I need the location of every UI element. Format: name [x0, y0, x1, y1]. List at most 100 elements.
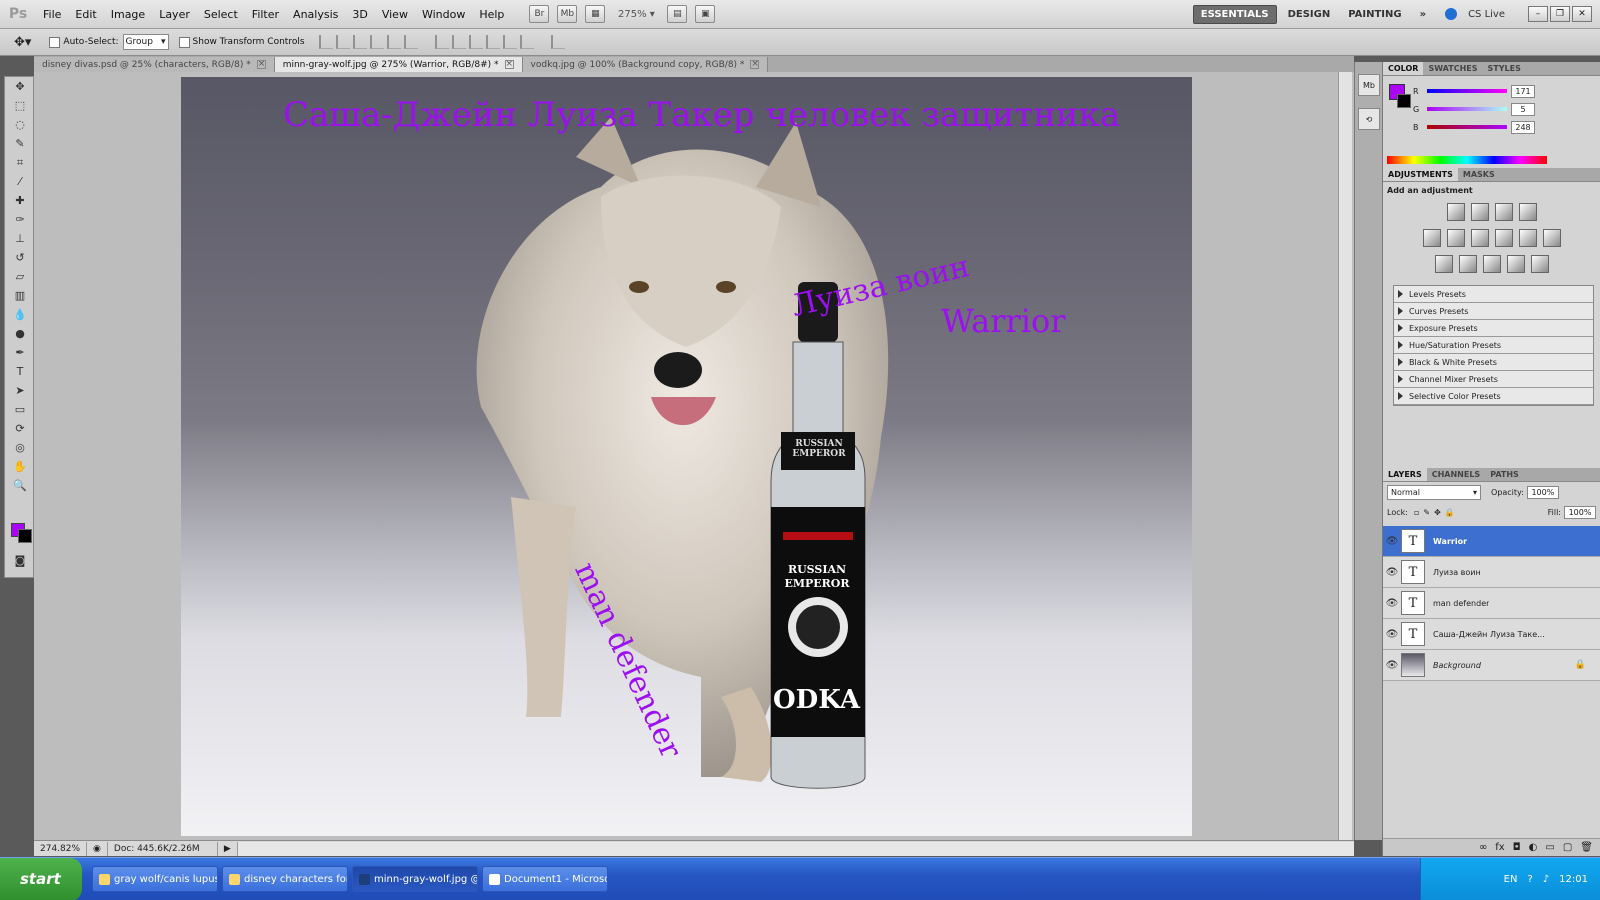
preset-hue-saturation[interactable]: Hue/Saturation Presets — [1394, 337, 1593, 354]
lock-icons[interactable]: ▫✎✥🔒 — [1414, 508, 1459, 517]
eye-icon[interactable]: 👁 — [1383, 536, 1401, 547]
eye-icon[interactable]: 👁 — [1383, 660, 1401, 671]
screen-mode-icon[interactable]: ▣ — [695, 5, 716, 23]
task-photoshop[interactable]: minn-gray-wolf.jpg @... — [352, 866, 478, 892]
b-value[interactable]: 248 — [1511, 120, 1535, 134]
levels-icon[interactable] — [1470, 203, 1489, 221]
distribute-top-icon[interactable] — [434, 35, 449, 49]
layer-title[interactable]: 👁 T Саша-Джейн Луиза Таке... — [1383, 619, 1600, 650]
mini-bridge-icon[interactable]: Mb — [557, 5, 578, 23]
new-layer-icon[interactable]: ▢ — [1563, 842, 1572, 853]
layer-luiza[interactable]: 👁 T Луиза воин — [1383, 557, 1600, 588]
distribute-left-icon[interactable] — [485, 35, 500, 49]
selective-color-icon[interactable] — [1530, 255, 1549, 273]
preset-curves[interactable]: Curves Presets — [1394, 303, 1593, 320]
preset-levels[interactable]: Levels Presets — [1394, 286, 1593, 303]
distribute-bottom-icon[interactable] — [468, 35, 483, 49]
menu-file[interactable]: File — [36, 8, 68, 21]
align-bottom-icon[interactable] — [352, 35, 367, 49]
delete-layer-icon[interactable]: 🗑 — [1580, 842, 1593, 853]
canvas-area[interactable]: RUSSIAN EMPEROR RUSSIAN EMPEROR ODKA Саш… — [34, 72, 1354, 840]
tab-layers[interactable]: LAYERS — [1383, 468, 1427, 481]
workspace-essentials[interactable]: ESSENTIALS — [1192, 4, 1277, 24]
layer-man-defender[interactable]: 👁 Tman defender — [1383, 588, 1600, 619]
3d-rotate-tool-icon[interactable]: ⟳ — [5, 419, 35, 438]
dodge-tool-icon[interactable]: ● — [5, 324, 35, 343]
background-color-swatch[interactable] — [18, 529, 32, 543]
marquee-tool-icon[interactable]: ⬚ — [5, 96, 35, 115]
curves-icon[interactable] — [1494, 203, 1513, 221]
close-button[interactable]: ✕ — [1572, 6, 1592, 22]
tab-adjustments[interactable]: ADJUSTMENTS — [1383, 168, 1458, 181]
align-right-icon[interactable] — [403, 35, 418, 49]
menu-filter[interactable]: Filter — [245, 8, 286, 21]
3d-orbit-tool-icon[interactable]: ◎ — [5, 438, 35, 457]
arrange-documents-icon[interactable]: ▤ — [667, 5, 688, 23]
background-swatch[interactable] — [1397, 94, 1411, 108]
bridge-icon[interactable]: Br — [529, 5, 550, 23]
auto-select-dropdown[interactable]: Group ▾ — [122, 34, 169, 50]
menu-edit[interactable]: Edit — [68, 8, 103, 21]
gradient-map-icon[interactable] — [1506, 255, 1525, 273]
new-adjustment-icon[interactable]: ◐ — [1529, 842, 1538, 853]
eyedropper-tool-icon[interactable]: ⁄ — [5, 172, 35, 191]
g-slider[interactable] — [1427, 107, 1507, 111]
help-icon[interactable]: ? — [1527, 874, 1532, 885]
tab-minn-gray-wolf[interactable]: minn-gray-wolf.jpg @ 275% (Warrior, RGB/… — [274, 57, 523, 72]
mini-bridge-panel-icon[interactable]: Mb — [1358, 74, 1380, 96]
workspace-more[interactable]: » — [1413, 6, 1433, 23]
g-value[interactable]: 5 — [1511, 102, 1535, 116]
menu-layer[interactable]: Layer — [152, 8, 197, 21]
hue-saturation-icon[interactable] — [1446, 229, 1465, 247]
zoom-tool-icon[interactable]: 🔍 — [5, 476, 35, 495]
brush-tool-icon[interactable]: ✑ — [5, 210, 35, 229]
align-left-icon[interactable] — [369, 35, 384, 49]
align-top-icon[interactable] — [318, 35, 333, 49]
gradient-tool-icon[interactable]: ▥ — [5, 286, 35, 305]
type-tool-icon[interactable]: T — [5, 362, 35, 381]
auto-align-layers-icon[interactable] — [550, 35, 565, 49]
opacity-value[interactable]: 100% — [1526, 485, 1559, 499]
tab-disney-divas[interactable]: disney divas.psd @ 25% (characters, RGB/… — [34, 57, 275, 72]
restore-button[interactable]: ❐ — [1550, 6, 1570, 22]
status-menu-arrow-icon[interactable]: ▶ — [218, 841, 238, 856]
pen-tool-icon[interactable]: ✒ — [5, 343, 35, 362]
tab-paths[interactable]: PATHS — [1485, 468, 1524, 481]
brightness-icon[interactable] — [1446, 203, 1465, 221]
quick-mask-icon[interactable]: ◙ — [5, 551, 35, 570]
threshold-icon[interactable] — [1482, 255, 1501, 273]
task-folder[interactable]: disney characters for... — [222, 866, 348, 892]
distribute-vcenter-icon[interactable] — [451, 35, 466, 49]
add-mask-icon[interactable]: ◘ — [1513, 842, 1521, 853]
move-tool-preset-icon[interactable]: ✥▾ — [14, 35, 31, 50]
fill-value[interactable]: 100% — [1564, 505, 1596, 519]
eye-icon[interactable]: 👁 — [1383, 567, 1401, 578]
posterize-icon[interactable] — [1458, 255, 1477, 273]
horizontal-scrollbar[interactable] — [237, 841, 1354, 856]
history-brush-tool-icon[interactable]: ↺ — [5, 248, 35, 267]
lasso-tool-icon[interactable]: ◌ — [5, 115, 35, 134]
volume-icon[interactable]: ♪ — [1543, 874, 1549, 885]
exposure-icon[interactable] — [1518, 203, 1537, 221]
minimize-button[interactable]: – — [1528, 6, 1548, 22]
distribute-hcenter-icon[interactable] — [502, 35, 517, 49]
status-info-icon[interactable]: ◉ — [87, 841, 108, 856]
channel-mixer-icon[interactable] — [1542, 229, 1561, 247]
tab-channels[interactable]: CHANNELS — [1427, 468, 1485, 481]
b-slider[interactable] — [1427, 125, 1507, 129]
preset-exposure[interactable]: Exposure Presets — [1394, 320, 1593, 337]
view-extras-icon[interactable]: ▦ — [585, 5, 606, 23]
blend-mode-dropdown[interactable]: Normal ▾ — [1387, 484, 1481, 500]
auto-select-checkbox[interactable] — [49, 36, 61, 48]
invert-icon[interactable] — [1434, 255, 1453, 273]
preset-selective-color[interactable]: Selective Color Presets — [1394, 388, 1593, 405]
clock[interactable]: 12:01 — [1559, 874, 1588, 885]
menu-analysis[interactable]: Analysis — [286, 8, 345, 21]
workspace-design[interactable]: DESIGN — [1281, 6, 1338, 23]
menu-help[interactable]: Help — [472, 8, 511, 21]
align-hcenter-icon[interactable] — [386, 35, 401, 49]
blur-tool-icon[interactable]: 💧 — [5, 305, 35, 324]
warrior-text-layer[interactable]: Warrior — [941, 302, 1066, 340]
task-chrome[interactable]: gray wolf/canis lupus ... — [92, 866, 218, 892]
vibrance-icon[interactable] — [1422, 229, 1441, 247]
